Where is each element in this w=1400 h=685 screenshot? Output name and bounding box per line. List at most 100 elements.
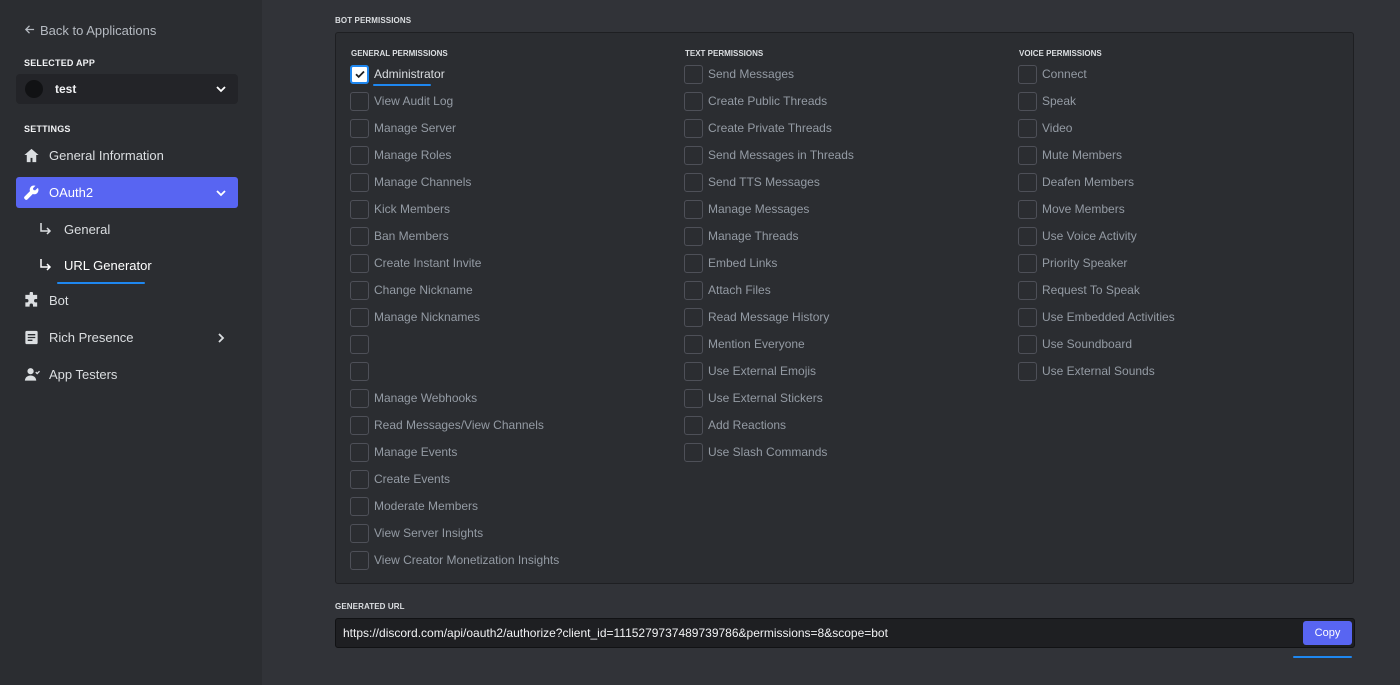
permission-checkbox[interactable]: [350, 253, 369, 273]
permission-option[interactable]: Use Slash Commands: [684, 442, 827, 462]
permission-option[interactable]: Send Messages in Threads: [684, 145, 854, 165]
permission-option[interactable]: Priority Speaker: [1018, 253, 1127, 273]
permission-checkbox[interactable]: [684, 91, 703, 111]
permission-option[interactable]: Deafen Members: [1018, 172, 1134, 192]
permission-option[interactable]: Manage Nicknames: [350, 307, 480, 327]
permission-checkbox[interactable]: [684, 280, 703, 300]
permission-option[interactable]: Manage Threads: [684, 226, 799, 246]
permission-checkbox[interactable]: [350, 361, 369, 381]
permission-checkbox[interactable]: [350, 388, 369, 408]
permission-option[interactable]: Video: [1018, 118, 1072, 138]
app-selector[interactable]: test: [16, 74, 238, 104]
permission-checkbox[interactable]: [684, 307, 703, 327]
generated-url-field[interactable]: https://discord.com/api/oauth2/authorize…: [335, 618, 1355, 648]
permission-checkbox[interactable]: [350, 91, 369, 111]
permission-option[interactable]: Attach Files: [684, 280, 771, 300]
permission-checkbox[interactable]: [1018, 91, 1037, 111]
permission-option[interactable]: Use External Sounds: [1018, 361, 1155, 381]
permission-checkbox[interactable]: [350, 199, 369, 219]
permission-option[interactable]: Administrator: [350, 64, 445, 84]
permission-option[interactable]: Speak: [1018, 91, 1076, 111]
permission-option[interactable]: Manage Server: [350, 118, 456, 138]
nav-rich-presence[interactable]: Rich Presence: [16, 322, 238, 353]
permission-option[interactable]: Mention Everyone: [684, 334, 805, 354]
permission-checkbox[interactable]: [684, 226, 703, 246]
permission-checkbox[interactable]: [1018, 64, 1037, 84]
permission-checkbox[interactable]: [684, 361, 703, 381]
permission-checkbox[interactable]: [350, 172, 369, 192]
permission-checkbox[interactable]: [350, 496, 369, 516]
permission-option[interactable]: [350, 361, 374, 381]
permission-checkbox[interactable]: [684, 64, 703, 84]
permission-option[interactable]: Add Reactions: [684, 415, 786, 435]
permission-option[interactable]: Manage Roles: [350, 145, 451, 165]
permission-option[interactable]: Read Message History: [684, 307, 829, 327]
permission-checkbox[interactable]: [684, 172, 703, 192]
permission-option[interactable]: Send Messages: [684, 64, 794, 84]
permission-option[interactable]: Moderate Members: [350, 496, 478, 516]
permission-checkbox[interactable]: [1018, 172, 1037, 192]
permission-checkbox[interactable]: [684, 118, 703, 138]
permission-option[interactable]: Use External Emojis: [684, 361, 816, 381]
permission-checkbox[interactable]: [350, 118, 369, 138]
permission-checkbox[interactable]: [1018, 226, 1037, 246]
permission-checkbox[interactable]: [350, 145, 369, 165]
permission-checkbox[interactable]: [1018, 361, 1037, 381]
permission-option[interactable]: Manage Channels: [350, 172, 471, 192]
permission-checkbox[interactable]: [1018, 307, 1037, 327]
permission-checkbox[interactable]: [684, 415, 703, 435]
permission-checkbox[interactable]: [1018, 334, 1037, 354]
permission-option[interactable]: Embed Links: [684, 253, 777, 273]
nav-oauth2[interactable]: OAuth2: [16, 177, 238, 208]
permission-checkbox[interactable]: [684, 442, 703, 462]
permission-option[interactable]: Manage Messages: [684, 199, 809, 219]
nav-bot[interactable]: Bot: [16, 285, 238, 316]
permission-option[interactable]: Change Nickname: [350, 280, 473, 300]
permission-checkbox[interactable]: [684, 145, 703, 165]
permission-option[interactable]: Create Public Threads: [684, 91, 827, 111]
permission-checkbox[interactable]: [350, 469, 369, 489]
copy-button[interactable]: Copy: [1303, 621, 1352, 645]
permission-option[interactable]: Send TTS Messages: [684, 172, 820, 192]
permission-checkbox[interactable]: [350, 307, 369, 327]
generated-url-text[interactable]: https://discord.com/api/oauth2/authorize…: [343, 626, 1303, 640]
permission-option[interactable]: Manage Webhooks: [350, 388, 477, 408]
nav-oauth2-general[interactable]: General: [38, 217, 110, 241]
permission-checkbox[interactable]: [684, 199, 703, 219]
permission-checkbox[interactable]: [1018, 145, 1037, 165]
permission-checkbox[interactable]: [1018, 280, 1037, 300]
permission-option[interactable]: Use Soundboard: [1018, 334, 1132, 354]
permission-checkbox[interactable]: [684, 253, 703, 273]
permission-checkbox[interactable]: [350, 334, 369, 354]
permission-option[interactable]: [350, 334, 374, 354]
permission-option[interactable]: Request To Speak: [1018, 280, 1140, 300]
permission-checkbox[interactable]: [684, 388, 703, 408]
permission-option[interactable]: Use Embedded Activities: [1018, 307, 1175, 327]
permission-checkbox[interactable]: [350, 415, 369, 435]
permission-option[interactable]: Create Instant Invite: [350, 253, 481, 273]
permission-option[interactable]: Mute Members: [1018, 145, 1122, 165]
permission-option[interactable]: Use External Stickers: [684, 388, 823, 408]
permission-checkbox[interactable]: [1018, 253, 1037, 273]
permission-checkbox[interactable]: [350, 550, 369, 570]
permission-option[interactable]: Manage Events: [350, 442, 457, 462]
nav-general-information[interactable]: General Information: [16, 140, 238, 171]
permission-option[interactable]: Connect: [1018, 64, 1087, 84]
back-to-applications-link[interactable]: Back to Applications: [24, 23, 156, 38]
permission-checkbox[interactable]: [350, 280, 369, 300]
nav-url-generator[interactable]: URL Generator: [38, 253, 152, 277]
permission-option[interactable]: Kick Members: [350, 199, 450, 219]
permission-option[interactable]: Move Members: [1018, 199, 1125, 219]
permission-checkbox[interactable]: [350, 64, 369, 84]
permission-checkbox[interactable]: [350, 226, 369, 246]
permission-option[interactable]: Create Private Threads: [684, 118, 832, 138]
permission-option[interactable]: View Audit Log: [350, 91, 453, 111]
permission-option[interactable]: View Server Insights: [350, 523, 483, 543]
permission-option[interactable]: View Creator Monetization Insights: [350, 550, 559, 570]
permission-checkbox[interactable]: [684, 334, 703, 354]
permission-checkbox[interactable]: [1018, 199, 1037, 219]
permission-option[interactable]: Ban Members: [350, 226, 449, 246]
permission-checkbox[interactable]: [350, 523, 369, 543]
permission-option[interactable]: Read Messages/View Channels: [350, 415, 544, 435]
nav-app-testers[interactable]: App Testers: [16, 359, 238, 390]
